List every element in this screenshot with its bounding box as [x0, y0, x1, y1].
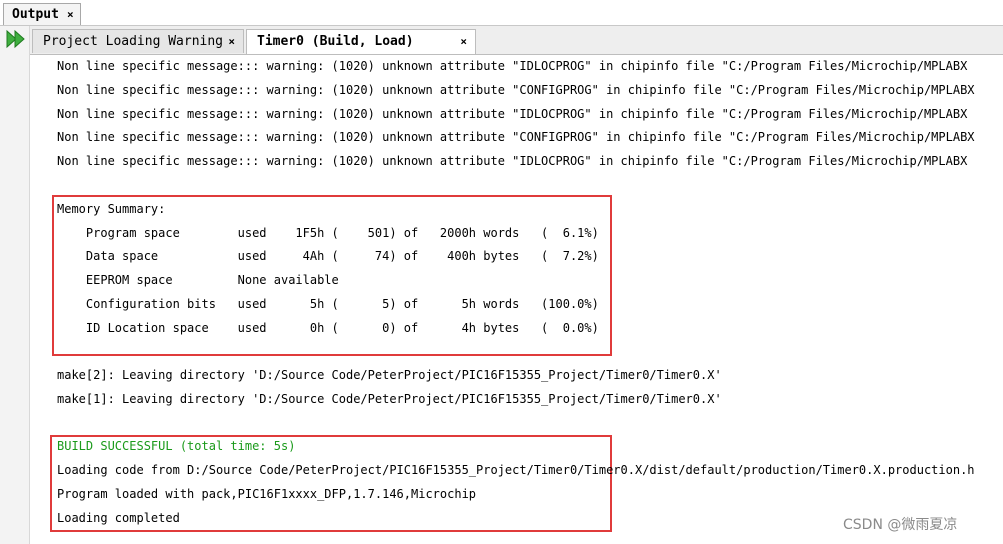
warning-line: Non line specific message::: warning: (1… — [57, 83, 975, 97]
warning-line: Non line specific message::: warning: (1… — [57, 130, 975, 144]
console-tabbar: Project Loading Warning × Timer0 (Build,… — [30, 26, 1003, 55]
build-successful-line: BUILD SUCCESSFUL (total time: 5s) — [57, 439, 296, 453]
tab-project-loading-warning[interactable]: Project Loading Warning × — [32, 29, 244, 53]
watermark: CSDN @微雨夏凉 — [843, 517, 958, 533]
memory-configuration-bits: Configuration bits used 5h ( 5) of 5h wo… — [57, 297, 599, 311]
memory-summary-title: Memory Summary: — [57, 202, 166, 216]
warning-line: Non line specific message::: warning: (1… — [57, 107, 968, 121]
program-loaded-line: Program loaded with pack,PIC16F1xxxx_DFP… — [57, 487, 477, 501]
console-output[interactable]: Non line specific message::: warning: (1… — [30, 55, 1003, 544]
warning-line: Non line specific message::: warning: (1… — [57, 59, 968, 73]
make-leaving-directory-line: make[2]: Leaving directory 'D:/Source Co… — [57, 368, 722, 382]
memory-id-location-space: ID Location space used 0h ( 0) of 4h byt… — [57, 321, 599, 335]
tab-timer0-build-load[interactable]: Timer0 (Build, Load) × — [246, 29, 476, 54]
close-icon[interactable]: × — [228, 30, 235, 54]
output-window-tab-label: Output — [12, 7, 59, 22]
output-window-tab[interactable]: Output × — [3, 3, 81, 25]
output-window-tabbar: Output × — [0, 0, 1003, 26]
memory-data-space: Data space used 4Ah ( 74) of 400h bytes … — [57, 249, 599, 263]
tab-label: Project Loading Warning — [43, 34, 224, 49]
close-icon[interactable]: × — [460, 30, 467, 54]
rerun-icon[interactable] — [5, 29, 27, 49]
output-toolbar — [0, 26, 30, 544]
make-leaving-directory-line: make[1]: Leaving directory 'D:/Source Co… — [57, 392, 722, 406]
loading-completed-line: Loading completed — [57, 511, 180, 525]
loading-code-line: Loading code from D:/Source Code/PeterPr… — [57, 463, 975, 477]
tab-label: Timer0 (Build, Load) — [257, 34, 414, 49]
warning-line: Non line specific message::: warning: (1… — [57, 154, 968, 168]
memory-eeprom-space: EEPROM space None available — [57, 273, 339, 287]
close-icon[interactable]: × — [67, 8, 74, 21]
memory-program-space: Program space used 1F5h ( 501) of 2000h … — [57, 226, 599, 240]
